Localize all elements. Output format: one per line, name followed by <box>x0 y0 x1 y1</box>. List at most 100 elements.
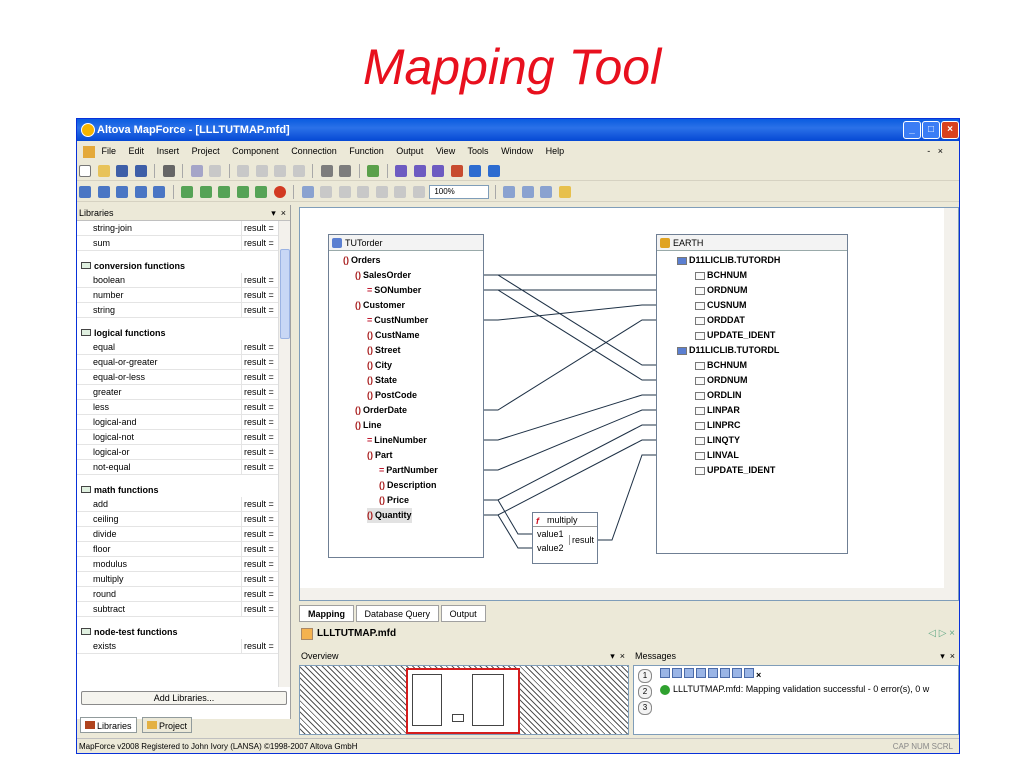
source-node[interactable]: () Quantity <box>367 508 412 523</box>
connection-line[interactable] <box>484 304 656 321</box>
function-row[interactable]: divide result = <box>77 527 279 542</box>
connection-line[interactable] <box>484 319 656 411</box>
message-tab-1[interactable]: 1 <box>638 669 652 683</box>
find-next-icon[interactable] <box>732 668 742 678</box>
library-group[interactable]: logical functions <box>77 318 279 340</box>
target-node[interactable]: LINPRC <box>695 418 741 433</box>
function-row[interactable]: number result = <box>77 288 279 303</box>
target-node[interactable]: ORDNUM <box>695 373 748 388</box>
connection-line[interactable] <box>598 454 656 541</box>
view-icon[interactable] <box>301 186 314 198</box>
function-row[interactable]: equal-or-greater result = <box>77 355 279 370</box>
function-row[interactable]: equal-or-less result = <box>77 370 279 385</box>
canvas-horizontal-scrollbar[interactable] <box>300 588 944 600</box>
find-icon[interactable] <box>720 668 730 678</box>
function-list[interactable]: string-join result = sum result = conversion… <box>77 221 279 687</box>
save-all-icon[interactable] <box>134 165 147 177</box>
tab-output[interactable]: Output <box>440 605 486 622</box>
copy-icon[interactable] <box>255 165 268 177</box>
zoom-select[interactable]: 100% <box>429 185 490 199</box>
menu-window[interactable]: Window <box>501 146 533 156</box>
align2-icon[interactable] <box>338 186 351 198</box>
collapse-icon[interactable] <box>394 186 407 198</box>
expand-icon[interactable] <box>375 186 388 198</box>
stop-icon[interactable] <box>273 186 286 198</box>
maximize-button[interactable]: □ <box>922 121 940 139</box>
menu-component[interactable]: Component <box>232 146 279 156</box>
libraries-scrollbar[interactable] <box>278 221 290 687</box>
menu-file[interactable]: File <box>102 146 117 156</box>
function-row[interactable]: boolean result = <box>77 273 279 288</box>
insert-edi-icon[interactable] <box>116 186 129 198</box>
function-row[interactable]: exists result = <box>77 639 279 654</box>
function-row[interactable]: logical-and result = <box>77 415 279 430</box>
target-node[interactable]: ORDDAT <box>695 313 745 328</box>
validation-message[interactable]: LLLTUTMAP.mfd: Mapping validation succes… <box>660 684 929 695</box>
delete-icon[interactable] <box>292 165 305 177</box>
source-node[interactable]: () Orders <box>343 253 381 268</box>
connection-line[interactable] <box>484 514 532 549</box>
function-row[interactable]: equal result = <box>77 340 279 355</box>
copy-all-icon[interactable] <box>708 668 718 678</box>
multiply-header[interactable]: f multiply <box>533 513 597 527</box>
undo-icon[interactable] <box>190 165 203 177</box>
connection-line[interactable] <box>484 499 532 535</box>
find-prev-icon[interactable] <box>744 668 754 678</box>
function-row[interactable]: add result = <box>77 497 279 512</box>
java-icon[interactable] <box>450 165 463 177</box>
function-row[interactable]: floor result = <box>77 542 279 557</box>
target-node[interactable]: ORDNUM <box>695 283 748 298</box>
messages-controls[interactable]: ▾ × <box>940 649 955 663</box>
print-icon[interactable] <box>162 165 175 177</box>
source-node[interactable]: () State <box>367 373 397 388</box>
paste-icon[interactable] <box>274 165 287 177</box>
source-node[interactable]: () City <box>367 358 392 373</box>
overview-canvas[interactable] <box>299 665 629 735</box>
target-node[interactable]: D11LICLIB.TUTORDH <box>677 253 780 268</box>
target-header[interactable]: EARTH <box>657 235 847 251</box>
source-header[interactable]: TUTorder <box>329 235 483 251</box>
show-types-icon[interactable] <box>540 186 553 198</box>
xquery-icon[interactable] <box>432 165 445 177</box>
function-row[interactable]: string-join result = <box>77 221 279 236</box>
width-icon[interactable] <box>412 186 425 198</box>
source-node[interactable]: () SalesOrder <box>355 268 411 283</box>
source-node[interactable]: () Customer <box>355 298 405 313</box>
library-group[interactable]: conversion functions <box>77 251 279 273</box>
filter-icon[interactable] <box>660 668 670 678</box>
message-tab-3[interactable]: 3 <box>638 701 652 715</box>
source-node[interactable]: = SONumber <box>367 283 421 298</box>
align-icon[interactable] <box>320 186 333 198</box>
target-node[interactable]: UPDATE_IDENT <box>695 463 775 478</box>
cpp-icon[interactable] <box>487 165 500 177</box>
tab-project[interactable]: Project <box>142 717 193 733</box>
target-node[interactable]: ORDLIN <box>695 388 742 403</box>
insert-schema-icon[interactable] <box>79 186 91 198</box>
source-node[interactable]: () CustName <box>367 328 420 343</box>
scroll-thumb[interactable] <box>280 249 290 339</box>
open-icon[interactable] <box>97 165 110 177</box>
function-row[interactable]: multiply result = <box>77 572 279 587</box>
function-row[interactable]: sum result = <box>77 236 279 251</box>
multiply-output-result[interactable]: result <box>569 535 594 545</box>
info-icon[interactable] <box>558 186 571 198</box>
connection-line[interactable] <box>484 439 656 516</box>
tab-database-query[interactable]: Database Query <box>355 605 440 622</box>
function-row[interactable]: modulus result = <box>77 557 279 572</box>
document-nav-controls[interactable]: ◁ ▷ × <box>928 625 955 643</box>
function-row[interactable]: logical-not result = <box>77 430 279 445</box>
multiply-input-value2[interactable]: value2 <box>537 543 564 553</box>
exception-icon[interactable] <box>255 186 268 198</box>
function-row[interactable]: subtract result = <box>77 602 279 617</box>
libraries-panel-controls[interactable]: ▾ × <box>271 205 286 221</box>
function-row[interactable]: not-equal result = <box>77 460 279 475</box>
connection-line[interactable] <box>484 394 656 441</box>
connection-line[interactable] <box>484 274 656 366</box>
function-row[interactable]: logical-or result = <box>77 445 279 460</box>
target-node[interactable]: CUSNUM <box>695 298 747 313</box>
validate-icon[interactable] <box>367 165 380 177</box>
mdi-controls[interactable]: - × <box>927 141 943 161</box>
source-node[interactable]: = PartNumber <box>379 463 438 478</box>
menu-edit[interactable]: Edit <box>129 146 145 156</box>
condition-icon[interactable] <box>218 186 231 198</box>
